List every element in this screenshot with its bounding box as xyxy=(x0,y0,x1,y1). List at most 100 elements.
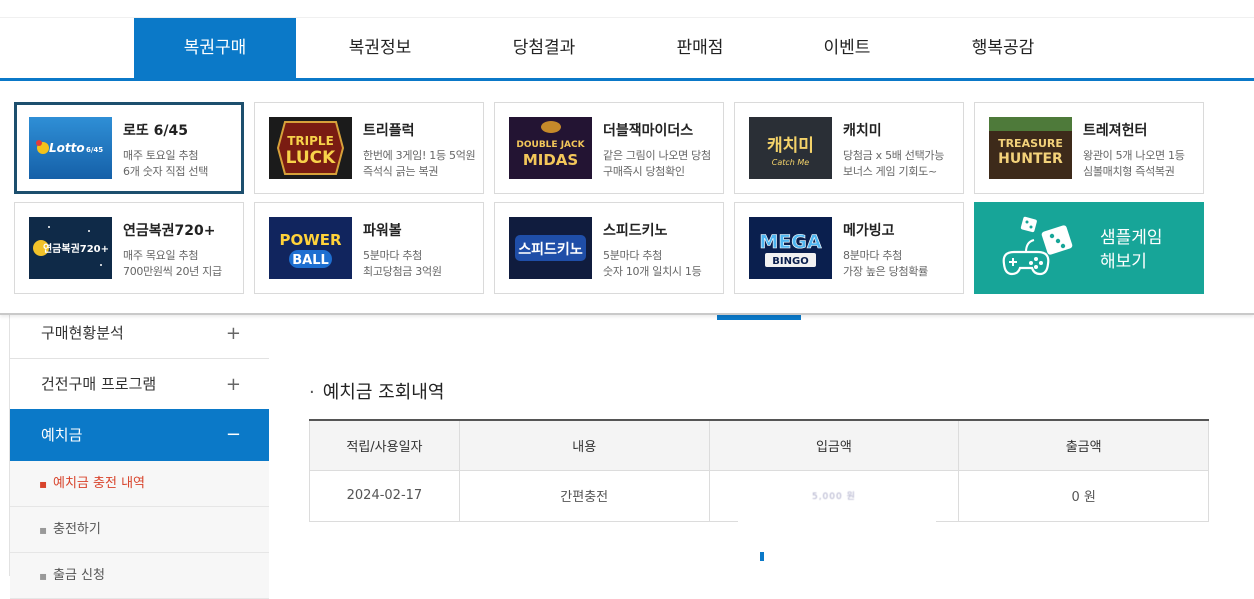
game-desc-2: 보너스 게임 기회도~ xyxy=(843,165,937,178)
game-card-powerball[interactable]: POWER BALL 파워볼 5분마다 추첨 최고당첨금 3억원 xyxy=(254,202,484,294)
game-card-pension720[interactable]: 연금복권720+ 연금복권720+ 매주 목요일 추첨 700만원씩 20년 지… xyxy=(14,202,244,294)
sidebar-item-healthy-purchase[interactable]: 건전구매 프로그램 + xyxy=(10,359,269,410)
table-row: 2024-02-17 간편충전 5,000 원 0 원 xyxy=(309,469,1209,522)
lotto645-logo: Lotto 6/45 xyxy=(29,117,112,179)
svg-text:POWER: POWER xyxy=(279,231,342,249)
doublejackmidas-logo: DOUBLE JACK MIDAS xyxy=(509,117,592,179)
column-header-content: 내용 xyxy=(458,420,710,471)
game-desc-1: 당첨금 x 5배 선택가능 xyxy=(843,149,945,162)
sample-game-line1: 샘플게임 xyxy=(1100,228,1163,248)
game-desc-2: 심볼매치형 즉석복권 xyxy=(1083,165,1175,178)
game-card-treasurehunter[interactable]: TREASURE HUNTER 트레져헌터 왕관이 5개 나오면 1등 심볼매치… xyxy=(974,102,1204,194)
svg-text:TREASURE: TREASURE xyxy=(998,137,1063,150)
collapse-minus-icon[interactable]: − xyxy=(226,409,241,461)
sidebar: 구매현황분석 + 건전구매 프로그램 + 예치금 − ▪ 예치금 충전 내역 ▪… xyxy=(9,308,269,599)
cell-withdraw: 0 원 xyxy=(958,469,1209,522)
game-desc-2: 숫자 10개 일치시 1등 xyxy=(603,265,702,278)
column-header-deposit: 입금액 xyxy=(708,420,960,471)
sidebar-item-purchase-analysis[interactable]: 구매현황분석 + xyxy=(10,308,269,359)
game-card-tripleluck[interactable]: TRIPLE LUCK 트리플럭 한번에 3게임! 1등 5억원 즉석식 긁는 … xyxy=(254,102,484,194)
game-name: 연금복권720+ xyxy=(123,223,216,239)
game-desc-2: 6개 숫자 직접 선택 xyxy=(123,165,209,178)
title-bullet-icon: · xyxy=(309,382,315,403)
game-card-doublejackmidas[interactable]: DOUBLE JACK MIDAS 더블잭마이더스 같은 그림이 나오면 당첨 … xyxy=(494,102,724,194)
overlay-block xyxy=(738,520,936,532)
game-desc-2: 700만원씩 20년 지급 xyxy=(123,265,222,278)
game-name: 파워볼 xyxy=(363,223,402,239)
powerball-logo: POWER BALL xyxy=(269,217,352,279)
nav-tab-results[interactable]: 당첨결과 xyxy=(464,18,624,78)
nav-tab-happiness[interactable]: 행복공감 xyxy=(923,18,1083,78)
cell-date: 2024-02-17 xyxy=(309,469,460,522)
table-header-row: 적립/사용일자 내용 입금액 출금액 xyxy=(309,420,1209,471)
sidebar-sub-withdraw[interactable]: ▪ 출금 신청 xyxy=(10,553,269,599)
sidebar-sub-charge[interactable]: ▪ 충전하기 xyxy=(10,507,269,553)
sidebar-item-label: 건전구매 프로그램 xyxy=(41,375,157,393)
game-desc-1: 매주 목요일 추첨 xyxy=(123,249,199,262)
speedkeno-logo: 스피드키노 xyxy=(509,217,592,279)
game-card-speedkeno[interactable]: 스피드키노 스피드키노 5분마다 추첨 숫자 10개 일치시 1등 xyxy=(494,202,724,294)
main-navigation: 복권구매 복권정보 당첨결과 판매점 이벤트 행복공감 xyxy=(0,18,1254,81)
game-name: 트리플럭 xyxy=(363,123,415,139)
bullet-icon: ▪ xyxy=(39,477,48,491)
game-desc-1: 매주 토요일 추첨 xyxy=(123,149,199,162)
svg-text:DOUBLE JACK: DOUBLE JACK xyxy=(516,140,585,150)
game-name: 캐치미 xyxy=(843,123,882,139)
scroll-marker xyxy=(760,552,764,561)
sample-game-line2: 해보기 xyxy=(1100,252,1147,272)
expand-plus-icon[interactable]: + xyxy=(226,308,241,359)
sidebar-sub-label: 충전하기 xyxy=(53,522,101,537)
svg-text:TRIPLE: TRIPLE xyxy=(287,134,334,148)
sample-game-label: 샘플게임 해보기 xyxy=(1100,226,1163,274)
nav-tab-buy[interactable]: 복권구매 xyxy=(134,18,296,78)
svg-text:MIDAS: MIDAS xyxy=(523,151,578,169)
expand-plus-icon[interactable]: + xyxy=(226,359,241,410)
game-name: 스피드키노 xyxy=(603,223,668,239)
bullet-icon: ▪ xyxy=(39,569,48,583)
sidebar-item-deposit[interactable]: 예치금 − xyxy=(10,409,269,461)
svg-text:스피드키노: 스피드키노 xyxy=(518,242,583,258)
bullet-icon: ▪ xyxy=(39,523,48,537)
nav-tab-info[interactable]: 복권정보 xyxy=(300,18,460,78)
svg-text:6/45: 6/45 xyxy=(86,146,103,154)
nav-tab-events[interactable]: 이벤트 xyxy=(767,18,927,78)
game-desc-2: 즉석식 긁는 복권 xyxy=(363,165,439,178)
game-desc-2: 가장 높은 당첨확률 xyxy=(843,265,928,278)
game-card-lotto645[interactable]: Lotto 6/45 로또 6/45 매주 토요일 추첨 6개 숫자 직접 선택 xyxy=(14,102,244,194)
game-name: 메가빙고 xyxy=(843,223,895,239)
cell-deposit: 5,000 원 xyxy=(708,469,960,522)
game-name: 로또 6/45 xyxy=(123,123,188,139)
svg-text:LUCK: LUCK xyxy=(286,148,337,168)
nav-tab-stores[interactable]: 판매점 xyxy=(620,18,780,78)
tripleluck-logo: TRIPLE LUCK xyxy=(269,117,352,179)
game-name: 더블잭마이더스 xyxy=(603,123,694,139)
svg-text:BALL: BALL xyxy=(292,253,329,268)
section-title-text: 예치금 조회내역 xyxy=(322,382,445,403)
sample-game-button[interactable]: 샘플게임 해보기 xyxy=(974,202,1204,294)
game-menu-panel: Lotto 6/45 로또 6/45 매주 토요일 추첨 6개 숫자 직접 선택… xyxy=(0,81,1254,315)
sidebar-sub-deposit-history[interactable]: ▪ 예치금 충전 내역 xyxy=(10,461,269,507)
svg-text:BINGO: BINGO xyxy=(772,256,808,267)
deposit-history-table: 적립/사용일자 내용 입금액 출금액 2024-02-17 간편충전 5,000… xyxy=(309,419,1209,522)
svg-text:HUNTER: HUNTER xyxy=(998,151,1063,167)
column-header-withdraw: 출금액 xyxy=(958,420,1209,471)
pension720-logo: 연금복권720+ xyxy=(29,217,112,279)
top-utility-strip xyxy=(0,0,1254,18)
tab-indicator xyxy=(717,315,801,320)
game-desc-1: 5분마다 추첨 xyxy=(363,249,422,262)
game-card-catchme[interactable]: 캐치미 Catch Me 캐치미 당첨금 x 5배 선택가능 보너스 게임 기회… xyxy=(734,102,964,194)
section-title: · 예치금 조회내역 xyxy=(309,378,444,404)
game-desc-1: 8분마다 추첨 xyxy=(843,249,902,262)
game-name: 트레져헌터 xyxy=(1083,123,1148,139)
sidebar-item-label: 구매현황분석 xyxy=(41,324,124,342)
svg-text:연금복권720+: 연금복권720+ xyxy=(43,242,109,255)
cell-content: 간편충전 xyxy=(458,469,710,522)
svg-text:MEGA: MEGA xyxy=(759,231,821,253)
svg-text:Lotto: Lotto xyxy=(49,141,85,155)
catchme-logo: 캐치미 Catch Me xyxy=(749,117,832,179)
treasurehunter-logo: TREASURE HUNTER xyxy=(989,117,1072,179)
game-desc-2: 최고당첨금 3억원 xyxy=(363,265,442,278)
sidebar-sub-label: 예치금 충전 내역 xyxy=(53,476,145,491)
game-card-megabingo[interactable]: MEGA BINGO 메가빙고 8분마다 추첨 가장 높은 당첨확률 xyxy=(734,202,964,294)
game-desc-1: 같은 그림이 나오면 당첨 xyxy=(603,149,711,162)
